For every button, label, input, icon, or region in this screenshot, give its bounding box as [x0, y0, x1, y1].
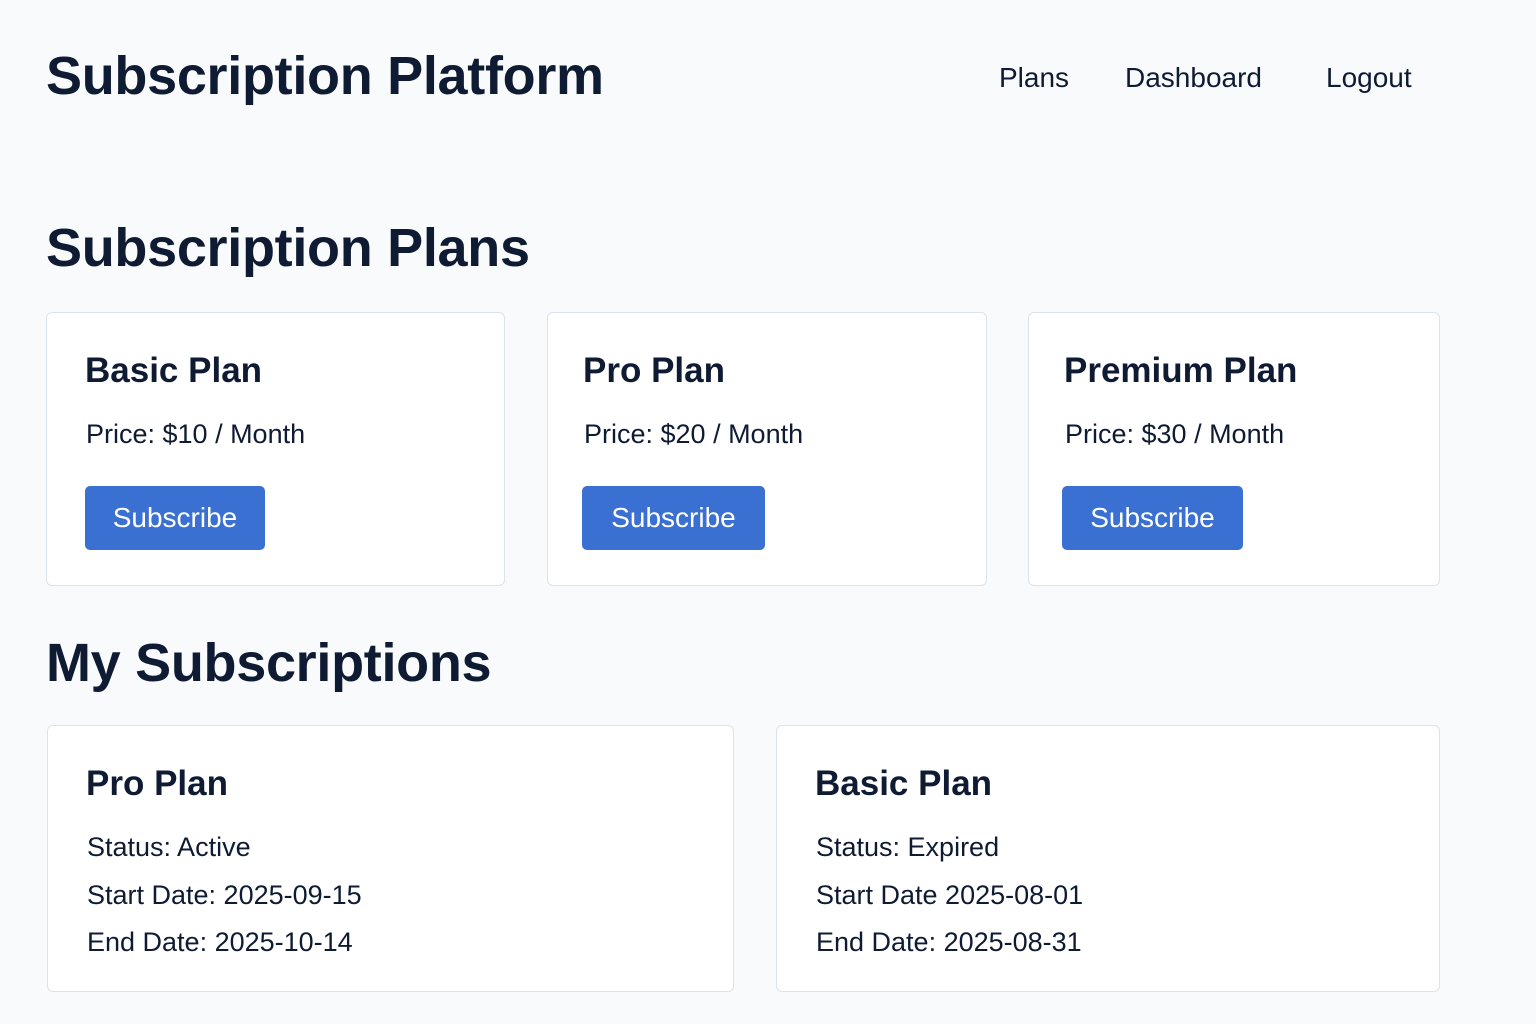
nav-link-dashboard[interactable]: Dashboard — [1125, 58, 1262, 98]
nav-link-plans[interactable]: Plans — [999, 58, 1069, 98]
subscription-start-date: Start Date: 2025-09-15 — [87, 880, 362, 910]
subscription-start-date: Start Date 2025-08-01 — [816, 880, 1084, 910]
subscription-plan-name: Pro Plan — [86, 764, 228, 803]
subscription-status: Status: Active — [87, 832, 251, 862]
subscriptions-section-title: My Subscriptions — [46, 633, 492, 693]
plan-name: Premium Plan — [1064, 351, 1298, 390]
subscription-end-date: End Date: 2025-10-14 — [87, 927, 353, 957]
subscribe-premium-button[interactable]: Subscribe — [1062, 486, 1243, 550]
nav-link-logout[interactable]: Logout — [1326, 58, 1412, 98]
plan-price: Price: $10 / Month — [86, 419, 306, 449]
plan-name: Pro Plan — [583, 351, 725, 390]
subscription-card-basic: Basic Plan Status: Expired Start Date 20… — [776, 725, 1440, 992]
plan-price: Price: $30 / Month — [1065, 419, 1285, 449]
subscribe-pro-button[interactable]: Subscribe — [582, 486, 765, 550]
main-nav: Plans Dashboard Logout — [0, 58, 1536, 98]
plan-name: Basic Plan — [85, 351, 263, 390]
plan-price: Price: $20 / Month — [584, 419, 804, 449]
subscription-plan-name: Basic Plan — [815, 764, 993, 803]
subscription-card-pro: Pro Plan Status: Active Start Date: 2025… — [47, 725, 734, 992]
plan-card-premium: Premium Plan Price: $30 / Month Subscrib… — [1028, 312, 1440, 586]
plans-section-title: Subscription Plans — [46, 218, 530, 278]
plan-card-basic: Basic Plan Price: $10 / Month Subscribe — [46, 312, 505, 586]
subscription-status: Status: Expired — [816, 832, 1000, 862]
subscription-end-date: End Date: 2025-08-31 — [816, 927, 1082, 957]
subscribe-basic-button[interactable]: Subscribe — [85, 486, 265, 550]
plan-card-pro: Pro Plan Price: $20 / Month Subscribe — [547, 312, 987, 586]
